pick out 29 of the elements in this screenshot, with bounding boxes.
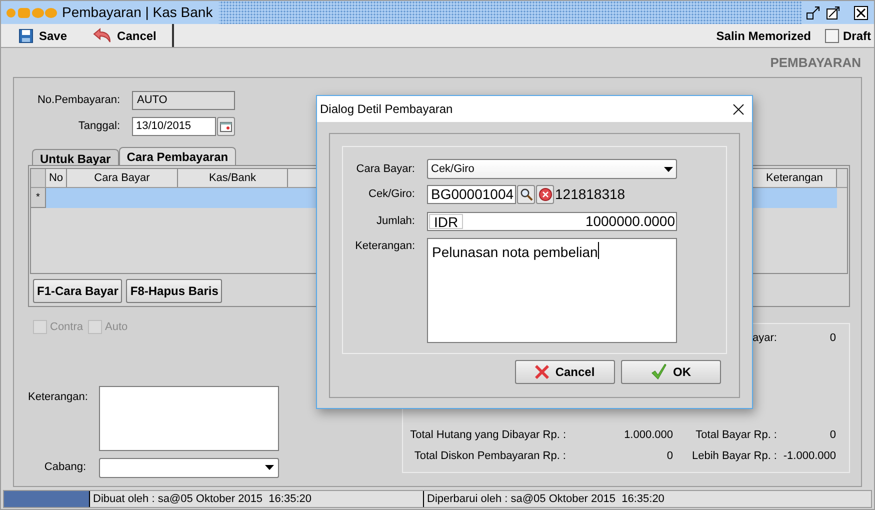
summary-label: Total Bayar Rp. : [694, 428, 777, 444]
summary-label: ayar: [752, 331, 777, 346]
field-label: Cek/Giro: [368, 186, 415, 202]
draft-label: Draft [842, 28, 871, 44]
field-label: Keterangan: [28, 390, 89, 404]
summary-value: 0 [828, 331, 836, 346]
summary-value: 0 [666, 449, 673, 464]
option-label: Auto [105, 320, 128, 335]
amount-value: 1000000.0000 [585, 212, 675, 231]
check-number-text: 121818318 [555, 184, 626, 204]
summary-value: -1.000.000 [782, 449, 836, 464]
field-label: Jumlah: [375, 214, 415, 230]
option-label: Contra [50, 320, 84, 335]
field-label: Keterangan: [354, 239, 415, 254]
field-label: Cara Bayar: [355, 162, 415, 177]
field-label: Cabang: [43, 460, 87, 476]
summary-label: Lebih Bayar Rp. : [691, 449, 777, 464]
summary-label: Total Diskon Pembayaran Rp. : [413, 449, 566, 464]
summary-label: Total Hutang yang Dibayar Rp. : [409, 428, 566, 444]
form-title: PEMBAYARAN [770, 54, 861, 72]
dialog-title: Dialog Detil Pembayaran [320, 101, 453, 118]
row-marker: * [31, 188, 46, 208]
summary-value: 1.000.000 [623, 428, 673, 444]
window-title: Pembayaran | Kas Bank [62, 3, 213, 22]
field-label: Tanggal: [77, 119, 120, 134]
field-label: No.Pembayaran: [36, 93, 120, 108]
created-by-text: Dibuat oleh : sa@05 Oktober 2015 16:35:20 [93, 490, 424, 508]
updated-by-text: Diperbarui oleh : sa@05 Oktober 2015 16:35:20 [427, 492, 664, 507]
summary-value: 0 [828, 428, 836, 444]
